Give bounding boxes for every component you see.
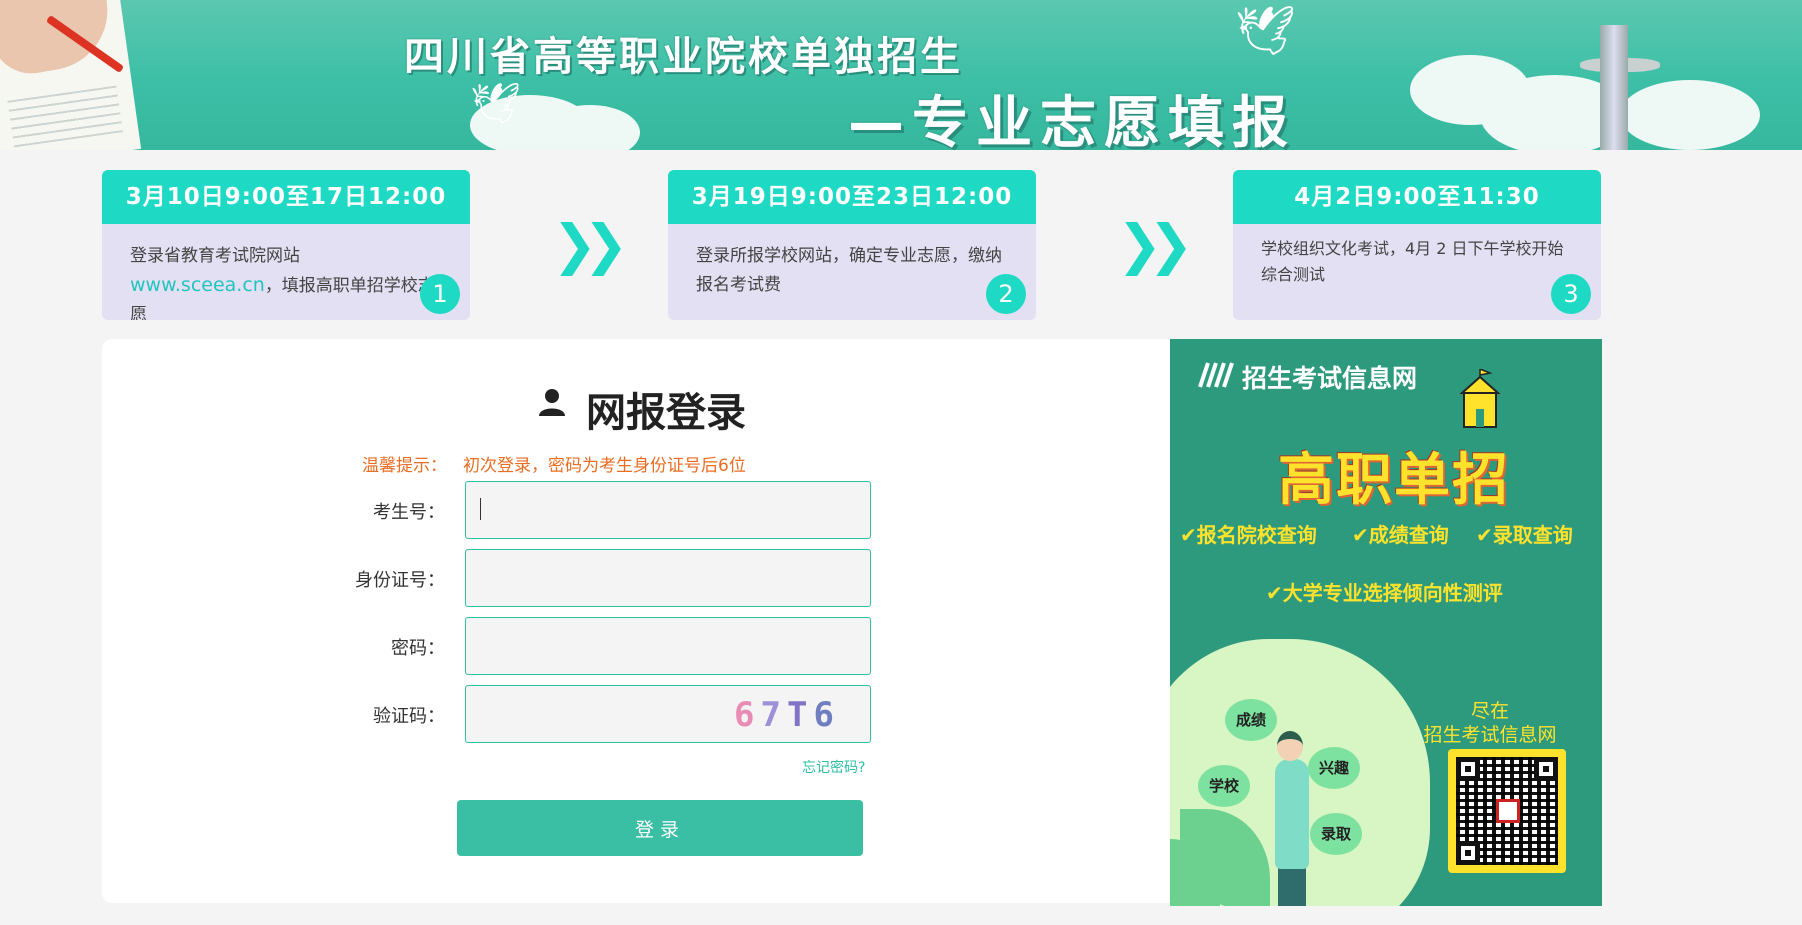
step-card-3: 4月2日9:00至11:30 学校组织文化考试，4月 2 日下午学校开始综合测试… [1233,170,1601,320]
captcha-image[interactable]: 67T6 [734,695,840,735]
bubble-interest: 兴趣 [1308,747,1360,789]
login-hint: 温馨提示： 初次登录，密码为考生身份证号后6位 [362,451,746,476]
id-number-label: 身份证号： [355,570,445,591]
cloud-decoration [540,105,640,150]
captcha-char: 6 [734,695,761,735]
forgot-password-link[interactable]: 忘记密码? [802,757,865,777]
ad-panel[interactable]: 招生考试信息网 高职单招 ✔报名院校查询 ✔成绩查询 ✔录取查询 ✔大学专业选择… [1170,339,1602,906]
header-banner: 🕊 🕊 四川省高等职业院校单独招生 —专业志愿填报 [0,0,1802,150]
banner-title-line1: 四川省高等职业院校单独招生 [404,34,963,80]
banner-title-line2: —专业志愿填报 [848,91,1296,150]
site-logo-icon [1198,362,1234,388]
step-number-badge: 1 [420,274,460,314]
hint-label: 温馨提示： [362,456,447,476]
captcha-char: 6 [813,695,840,735]
user-icon [539,389,565,416]
captcha-char: T [786,695,814,735]
captcha-char: 7 [760,695,787,735]
double-chevron-right-icon: ❯❯ [552,213,628,276]
step-description: 登录省教育考试院网站www.sceea.cn，填报高职单招学校志愿 [102,224,470,320]
ad-headline: 高职单招 [1278,448,1510,513]
password-input[interactable] [465,617,871,675]
step-time: 4月2日9:00至11:30 [1233,170,1601,224]
bubble-admission: 录取 [1310,813,1362,855]
qr-center-logo [1496,799,1520,823]
bubble-school: 学校 [1198,765,1250,807]
ad-feature: ✔大学专业选择倾向性测评 [1266,581,1503,605]
qr-code [1448,749,1566,873]
step-card-1: 3月10日9:00至17日12:00 登录省教育考试院网站 www.sceea.c… [102,170,470,320]
huabiao-pillar-image [1600,25,1628,150]
step-number-badge: 3 [1551,274,1591,314]
step-time: 3月10日9:00至17日12:00 [102,170,470,224]
ad-cta: 尽在 招生考试信息网 [1410,699,1570,747]
ad-feature: ✔录取查询 [1476,523,1573,547]
id-number-input[interactable] [465,549,871,607]
captcha-label: 验证码： [373,706,445,727]
exam-number-input[interactable] [465,481,871,539]
step-description: 学校组织文化考试，4月 2 日下午学校开始综合测试 [1261,239,1564,284]
double-chevron-right-icon: ❯❯ [1117,213,1193,276]
password-label: 密码： [391,638,445,659]
ad-cta-line2: 招生考试信息网 [1423,724,1557,746]
sceea-link[interactable]: www.sceea.cn [130,274,265,296]
ad-cta-line1: 尽在 [1470,700,1509,722]
qr-finder [1534,757,1558,781]
step-card-2: 3月19日9:00至23日12:00 登录所报学校网站，确定专业志愿，缴纳报名考… [668,170,1036,320]
dove-icon: 🕊 [470,81,521,127]
qr-code-pattern [1456,757,1558,865]
ad-site-name: 招生考试信息网 [1242,364,1418,393]
step-number-badge: 2 [986,274,1026,314]
cloud-decoration [1620,80,1760,150]
ad-feature: ✔成绩查询 [1352,523,1449,547]
step-time: 3月19日9:00至23日12:00 [668,170,1036,224]
person-illustration-body [1275,759,1309,869]
hint-text: 初次登录，密码为考生身份证号后6位 [463,456,746,476]
login-title: 网报登录 [586,390,746,436]
step-description: 登录所报学校网站，确定专业志愿，缴纳报名考试费 [696,246,1002,295]
login-button[interactable]: 登录 [457,800,863,856]
text-caret [480,498,481,520]
bubble-grades: 成绩 [1225,699,1277,741]
exam-number-label: 考生号： [373,502,445,523]
person-illustration-head [1277,731,1303,761]
step-text: 登录省教育考试院网站 [130,246,300,266]
ad-feature: ✔报名院校查询 [1180,523,1317,547]
qr-finder [1456,841,1480,865]
school-house-icon [1459,369,1501,428]
dove-icon: 🕊 [1235,3,1296,59]
qr-finder [1456,757,1480,781]
